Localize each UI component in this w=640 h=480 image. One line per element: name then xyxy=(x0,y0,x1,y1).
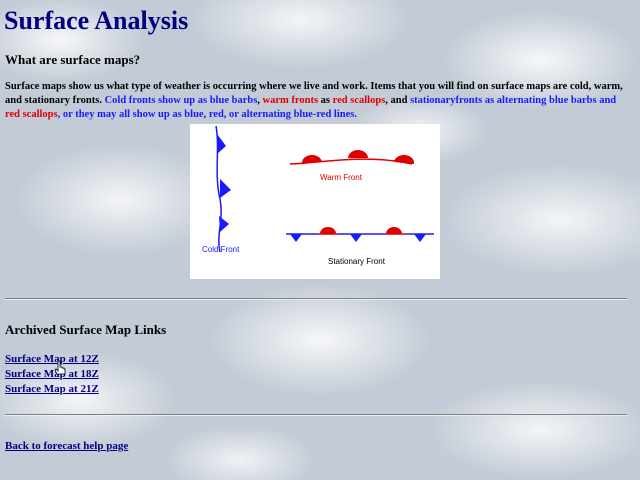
text-cold-fronts: Cold fronts xyxy=(104,95,156,106)
section-heading-surface-maps: What are surface maps? xyxy=(5,52,141,67)
warm-front-label: Warm Front xyxy=(320,173,363,182)
text-red-scallops: red scallops xyxy=(332,95,386,106)
list-item: Surface Map at 12Z xyxy=(5,352,99,367)
cold-front-barb xyxy=(220,179,231,198)
stationary-front-scallop xyxy=(320,227,336,234)
text-blue-barbs: blue barbs xyxy=(209,95,258,106)
text: as alternating xyxy=(482,95,549,106)
front-symbols-svg: Cold Front Warm Front Stationary Front xyxy=(202,125,434,266)
warm-front-scallop xyxy=(348,150,368,158)
warm-front-scallop xyxy=(394,154,415,164)
front-symbols-diagram: Cold Front Warm Front Stationary Front xyxy=(190,124,440,279)
text: , or they may all show up as blue, red, … xyxy=(57,109,357,120)
text-stationary-fronts: stationaryfronts xyxy=(410,95,483,106)
divider xyxy=(5,414,627,416)
archive-link-list: Surface Map at 12Z Surface Map at 18Z Su… xyxy=(5,352,99,397)
stationary-front-label: Stationary Front xyxy=(328,257,386,266)
text-blue-barbs: blue barbs xyxy=(549,95,597,106)
stationary-front-barb xyxy=(290,234,302,242)
archive-heading: Archived Surface Map Links xyxy=(5,322,167,337)
divider xyxy=(5,298,627,300)
surface-map-link-18z[interactable]: Surface Map at 18Z xyxy=(5,368,99,380)
text: as xyxy=(318,95,333,106)
text: and xyxy=(596,95,617,106)
cold-front-label: Cold Front xyxy=(202,245,240,254)
cold-front-barb xyxy=(217,134,226,154)
list-item: Surface Map at 21Z xyxy=(5,382,99,397)
list-item: Surface Map at 18Z xyxy=(5,367,99,382)
hand-cursor-icon xyxy=(54,360,66,375)
back-link-container: Back to forecast help page xyxy=(5,440,128,452)
stationary-front-barb xyxy=(414,234,426,242)
text: , and xyxy=(385,95,411,106)
text-red-scallops: red scallops xyxy=(5,109,58,120)
text: show up as xyxy=(155,95,210,106)
surface-map-link-12z[interactable]: Surface Map at 12Z xyxy=(5,353,99,365)
back-to-forecast-help-link[interactable]: Back to forecast help page xyxy=(5,440,128,452)
page-title: Surface Analysis xyxy=(4,6,189,35)
stationary-front-barb xyxy=(350,234,362,242)
intro-paragraph: Surface maps show us what type of weathe… xyxy=(5,80,631,122)
stationary-front-scallop xyxy=(386,227,402,234)
text-warm-fronts: warm fronts xyxy=(262,95,319,106)
cold-front-barb xyxy=(219,216,229,232)
surface-map-link-21z[interactable]: Surface Map at 21Z xyxy=(5,383,99,395)
warm-front-scallop xyxy=(301,154,322,164)
